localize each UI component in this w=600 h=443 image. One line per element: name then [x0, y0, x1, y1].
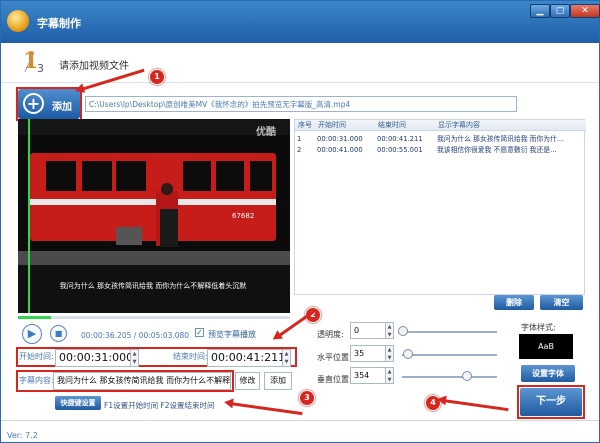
green-guide-line — [28, 119, 30, 313]
vertical-spinner[interactable]: ▲ ▼ — [385, 368, 393, 383]
set-font-button[interactable]: 设置字体 — [521, 365, 575, 382]
start-time-spinner[interactable]: ▲ ▼ — [130, 350, 138, 366]
delete-button[interactable]: 删除 — [494, 295, 534, 310]
row-1-index[interactable]: 1 — [297, 134, 311, 144]
vertical-input[interactable]: 354 ▲ ▼ — [350, 367, 394, 384]
subtitle-content-label: 字幕内容: — [19, 376, 54, 385]
red-arrow-2 — [277, 309, 316, 338]
video-preview[interactable]: 67682 优酷 我问为什么 那女孩传简讯给我 而你为什么不解释低着头沉默 — [18, 119, 290, 313]
clear-button[interactable]: 清空 — [540, 295, 583, 310]
shortcut-hint: F1设置开始时间 F2设置结束时间 — [104, 401, 215, 410]
playback-time: 00:00:36.205 / 00:05:03.080 — [81, 331, 190, 340]
transparency-value: 0 — [354, 326, 360, 335]
row-2-index[interactable]: 2 — [297, 145, 311, 155]
row-1-end[interactable]: 00:00:41.211 — [377, 134, 433, 144]
step-instruction: 请添加视频文件 — [59, 61, 129, 72]
preview-subtitles-label: 预览字幕播放 — [208, 330, 256, 339]
title-bar: 字幕制作 ▁ ▢ ✕ — [1, 1, 600, 43]
start-time-label: 开始时间: — [19, 352, 54, 361]
subtitle-table[interactable]: 序号 开始时间 结束时间 显示字幕内容 1 00:00:31.000 00:00… — [294, 119, 586, 295]
row-2-content[interactable]: 我该相信你很爱我 不愿意敷衍 我还是... — [437, 145, 583, 155]
row-1-start[interactable]: 00:00:31.000 — [317, 134, 373, 144]
font-preview: AaB — [519, 334, 573, 359]
vertical-thumb[interactable] — [462, 371, 472, 381]
transparency-spinner[interactable]: ▲ ▼ — [385, 323, 393, 338]
status-divider — [1, 420, 599, 421]
close-button[interactable]: ✕ — [570, 4, 600, 18]
vertical-label: 垂直位置: — [317, 375, 352, 384]
play-icon[interactable]: ▶ — [22, 324, 42, 344]
row-1-content[interactable]: 我问为什么 那女孩传简讯给我 而你为什... — [437, 134, 583, 144]
end-time-field[interactable]: 00:00:41:211 ▲ ▼ — [207, 349, 291, 367]
font-style-label: 字体样式: — [521, 323, 556, 332]
transparency-slider[interactable] — [402, 331, 497, 333]
transparency-thumb[interactable] — [398, 326, 408, 336]
minimize-button[interactable]: ▁ — [530, 4, 550, 18]
start-time-field[interactable]: 00:00:31:000 ▲ ▼ — [55, 349, 139, 367]
marker-1-badge: 1 — [149, 69, 165, 85]
version-label: Ver: 7.2 — [7, 431, 38, 440]
video-progress-bar[interactable] — [18, 316, 290, 319]
col-index: 序号 — [295, 120, 313, 131]
col-content: 显示字幕内容 — [433, 120, 586, 131]
end-time-value: 00:00:41:211 — [211, 351, 286, 364]
video-subtitle: 我问为什么 那女孩传简讯给我 而你为什么不解释低着头沉默 — [59, 282, 247, 290]
start-time-value: 00:00:31:000 — [59, 351, 134, 364]
red-arrow-3 — [229, 402, 303, 416]
step-header: 1 3 请添加视频文件 — [1, 43, 599, 83]
svg-text:67682: 67682 — [232, 212, 254, 220]
app-logo-icon — [7, 10, 29, 32]
horizontal-label: 水平位置: — [317, 353, 352, 362]
vertical-slider[interactable] — [402, 376, 497, 378]
step-total: 3 — [37, 62, 44, 75]
progress-fill — [18, 316, 51, 319]
horizontal-spinner[interactable]: ▲ ▼ — [385, 346, 393, 361]
plus-icon: + — [23, 93, 44, 114]
file-path-input[interactable]: C:\Users\lp\Desktop\原创唯美MV《我怀念的》拍先预览无字幕版… — [85, 96, 517, 112]
vertical-value: 354 — [354, 371, 370, 380]
stop-icon[interactable]: ■ — [50, 325, 67, 342]
horizontal-value: 35 — [354, 349, 365, 358]
col-end-time: 结束时间 — [373, 120, 433, 131]
window-title: 字幕制作 — [37, 17, 81, 30]
subtitle-window: 字幕制作 ▁ ▢ ✕ 1 3 请添加视频文件 + 添加 C:\Users\lp\… — [0, 0, 600, 443]
row-2-end[interactable]: 00:00:55.001 — [377, 145, 433, 155]
video-watermark: 优酷 — [256, 127, 276, 138]
transparency-input[interactable]: 0 ▲ ▼ — [350, 322, 394, 339]
end-time-spinner[interactable]: ▲ ▼ — [282, 350, 290, 366]
horizontal-slider[interactable] — [402, 354, 497, 356]
transparency-label: 透明度: — [317, 330, 344, 339]
preview-subtitles-checkbox[interactable]: ✓ — [195, 328, 204, 337]
red-arrow-4 — [442, 399, 509, 412]
add-video-label: 添加 — [52, 102, 72, 113]
row-2-start[interactable]: 00:00:41.000 — [317, 145, 373, 155]
next-step-button[interactable]: 下一步 — [520, 388, 582, 416]
horizontal-input[interactable]: 35 ▲ ▼ — [350, 345, 394, 362]
edit-button[interactable]: 修改 — [235, 372, 260, 390]
add-subtitle-button[interactable]: 添加 — [264, 372, 292, 390]
add-video-button[interactable]: + 添加 — [18, 89, 80, 119]
subtitle-content-input[interactable]: 我问为什么 那女孩传简讯给我 而你为什么不解释低 — [53, 372, 231, 390]
shortcut-settings-button[interactable]: 快捷键设置 — [55, 396, 101, 410]
end-time-label: 结束时间: — [173, 352, 208, 361]
col-start-time: 开始时间 — [313, 120, 373, 131]
maximize-button[interactable]: ▢ — [550, 4, 570, 18]
horizontal-thumb[interactable] — [403, 349, 413, 359]
marker-3-badge: 3 — [299, 390, 315, 406]
